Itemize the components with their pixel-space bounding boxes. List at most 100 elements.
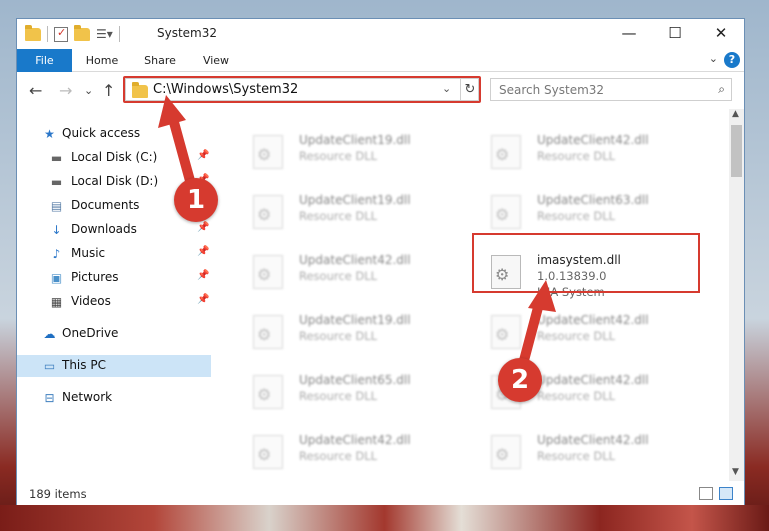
quick-access-toolbar: ☰▾ xyxy=(25,24,120,43)
dll-file-icon xyxy=(253,195,283,229)
pin-icon: 📌 xyxy=(197,294,210,305)
sidebar-item-pictures[interactable]: ▣ Pictures 📌 xyxy=(17,267,211,289)
divider xyxy=(47,26,48,42)
file-type: Resource DLL xyxy=(537,149,616,163)
file-item[interactable]: UpdateClient42.dll Resource DLL xyxy=(235,429,455,477)
sidebar-item-network[interactable]: ⊟ Network xyxy=(17,387,211,409)
music-icon: ♪ xyxy=(52,247,61,261)
back-button[interactable]: ← xyxy=(29,81,42,100)
file-name: UpdateClient19.dll xyxy=(299,193,411,207)
dll-file-icon xyxy=(253,255,283,289)
sidebar-item-label: Local Disk (D:) xyxy=(71,174,159,188)
sidebar-item-local-disk-c[interactable]: ▬ Local Disk (C:) 📌 xyxy=(17,147,211,169)
file-name: UpdateClient42.dll xyxy=(299,253,411,267)
tab-share[interactable]: Share xyxy=(137,49,183,72)
pin-icon: 📌 xyxy=(197,150,210,161)
tab-home[interactable]: Home xyxy=(79,49,125,72)
scroll-up-icon[interactable]: ▲ xyxy=(732,109,739,119)
sidebar-item-label: Quick access xyxy=(62,126,141,140)
file-name: UpdateClient19.dll xyxy=(299,313,411,327)
file-list: UpdateClient19.dllResource DLLUpdateClie… xyxy=(221,109,729,481)
file-type: Resource DLL xyxy=(299,389,378,403)
file-type: Resource DLL xyxy=(299,269,378,283)
customize-toolbar-icon[interactable]: ☰▾ xyxy=(96,27,113,41)
file-item[interactable]: UpdateClient19.dll Resource DLL xyxy=(235,129,455,177)
file-name: UpdateClient42.dll xyxy=(537,373,649,387)
sidebar-item-label: This PC xyxy=(62,358,106,372)
pin-icon: 📌 xyxy=(197,246,210,257)
file-type: Resource DLL xyxy=(299,209,378,223)
sidebar-item-quick-access[interactable]: ★ Quick access xyxy=(17,123,211,145)
documents-icon: ▤ xyxy=(50,199,63,213)
file-item[interactable]: UpdateClient63.dll Resource DLL xyxy=(473,189,693,237)
properties-icon[interactable] xyxy=(54,26,68,42)
large-icons-view-icon[interactable] xyxy=(719,487,733,500)
dll-file-icon xyxy=(491,195,521,229)
sidebar-item-onedrive[interactable]: ☁ OneDrive xyxy=(17,323,211,345)
expand-ribbon-icon[interactable]: ⌄ xyxy=(709,52,718,65)
dll-file-icon xyxy=(491,315,521,349)
status-bar: 189 items xyxy=(17,483,744,505)
tab-file[interactable]: File xyxy=(17,49,72,72)
file-type: Resource DLL xyxy=(299,449,378,463)
folder-icon xyxy=(25,24,41,41)
up-button[interactable]: ↑ xyxy=(102,81,115,100)
file-highlight-box xyxy=(472,233,700,293)
callout-1: 1 xyxy=(174,178,218,222)
file-type: Resource DLL xyxy=(537,449,616,463)
sidebar-item-label: Network xyxy=(62,390,113,404)
file-name: UpdateClient42.dll xyxy=(537,133,649,147)
file-item[interactable]: UpdateClient42.dll Resource DLL xyxy=(473,129,693,177)
pictures-icon: ▣ xyxy=(50,271,63,285)
sidebar-item-label: Pictures xyxy=(71,270,119,284)
file-item[interactable]: UpdateClient19.dll Resource DLL xyxy=(235,309,455,357)
file-item[interactable]: UpdateClient19.dll Resource DLL xyxy=(235,189,455,237)
file-type: Resource DLL xyxy=(537,209,616,223)
details-view-icon[interactable] xyxy=(699,487,713,500)
drive-icon: ▬ xyxy=(50,151,63,165)
download-icon: ↓ xyxy=(51,223,62,237)
sidebar-item-downloads[interactable]: ↓ Downloads 📌 xyxy=(17,219,211,241)
item-count: 189 items xyxy=(29,487,87,501)
desktop-background xyxy=(0,505,769,531)
search-input[interactable]: Search System32 ⌕ xyxy=(490,78,732,101)
maximize-button[interactable]: ☐ xyxy=(652,19,698,49)
recent-locations-button[interactable]: ⌄ xyxy=(84,84,93,97)
cloud-icon: ☁ xyxy=(43,327,56,341)
navigation-pane: ★ Quick access ▬ Local Disk (C:) 📌 ▬ Local Dis… xyxy=(17,109,211,479)
tab-view[interactable]: View xyxy=(194,49,238,72)
forward-button[interactable]: → xyxy=(59,81,72,100)
file-name: UpdateClient65.dll xyxy=(299,373,411,387)
help-icon[interactable]: ? xyxy=(724,52,740,68)
search-placeholder: Search System32 xyxy=(499,83,605,97)
file-item[interactable]: UpdateClient42.dll Resource DLL xyxy=(473,309,693,357)
drive-icon: ▬ xyxy=(50,175,63,189)
file-item[interactable]: UpdateClient42.dll Resource DLL xyxy=(473,429,693,477)
address-highlight-box xyxy=(123,76,481,103)
file-item[interactable]: UpdateClient65.dll Resource DLL xyxy=(235,369,455,417)
scrollbar-thumb[interactable] xyxy=(731,125,742,177)
dll-file-icon xyxy=(253,375,283,409)
sidebar-item-videos[interactable]: ▦ Videos 📌 xyxy=(17,291,211,313)
sidebar-item-label: Local Disk (C:) xyxy=(71,150,158,164)
file-name: UpdateClient42.dll xyxy=(299,433,411,447)
sidebar-item-music[interactable]: ♪ Music 📌 xyxy=(17,243,211,265)
sidebar-item-label: Downloads xyxy=(71,222,137,236)
search-icon[interactable]: ⌕ xyxy=(718,82,725,97)
pin-icon: 📌 xyxy=(197,222,210,233)
window-title: System32 xyxy=(157,26,218,40)
star-icon: ★ xyxy=(44,127,55,141)
new-folder-icon[interactable] xyxy=(74,24,90,41)
vertical-scrollbar[interactable]: ▲ ▼ xyxy=(729,109,744,481)
file-type: Resource DLL xyxy=(537,389,616,403)
file-item[interactable]: UpdateClient42.dll Resource DLL xyxy=(235,249,455,297)
scroll-down-icon[interactable]: ▼ xyxy=(732,467,739,477)
sidebar-item-label: OneDrive xyxy=(62,326,119,340)
ribbon-tabs: File Home Share View ⌄ ? xyxy=(17,49,744,72)
dll-file-icon xyxy=(253,315,283,349)
minimize-button[interactable]: — xyxy=(606,19,652,49)
sidebar-item-this-pc[interactable]: ▭ This PC xyxy=(17,355,211,377)
file-name: UpdateClient42.dll xyxy=(537,433,649,447)
sidebar-item-label: Videos xyxy=(71,294,111,308)
close-button[interactable]: ✕ xyxy=(698,19,744,49)
